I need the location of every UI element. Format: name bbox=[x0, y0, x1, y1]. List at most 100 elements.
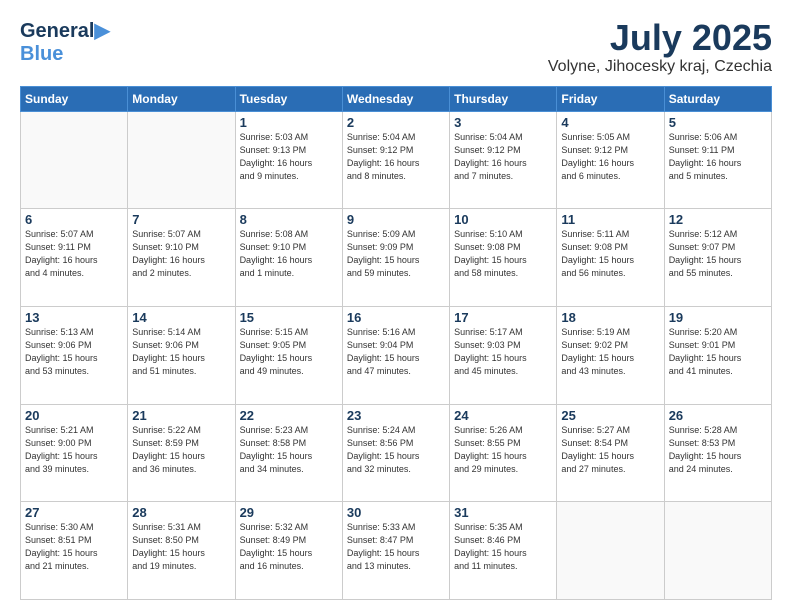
day-info: Sunrise: 5:04 AM Sunset: 9:12 PM Dayligh… bbox=[347, 131, 445, 183]
day-number: 24 bbox=[454, 408, 552, 423]
weekday-header-tuesday: Tuesday bbox=[235, 86, 342, 111]
week-row-1: 1Sunrise: 5:03 AM Sunset: 9:13 PM Daylig… bbox=[21, 111, 772, 209]
day-info: Sunrise: 5:19 AM Sunset: 9:02 PM Dayligh… bbox=[561, 326, 659, 378]
calendar-cell: 8Sunrise: 5:08 AM Sunset: 9:10 PM Daylig… bbox=[235, 209, 342, 307]
day-number: 14 bbox=[132, 310, 230, 325]
weekday-header-sunday: Sunday bbox=[21, 86, 128, 111]
calendar-cell: 22Sunrise: 5:23 AM Sunset: 8:58 PM Dayli… bbox=[235, 404, 342, 502]
day-number: 13 bbox=[25, 310, 123, 325]
calendar-table: SundayMondayTuesdayWednesdayThursdayFrid… bbox=[20, 86, 772, 600]
day-info: Sunrise: 5:17 AM Sunset: 9:03 PM Dayligh… bbox=[454, 326, 552, 378]
day-info: Sunrise: 5:23 AM Sunset: 8:58 PM Dayligh… bbox=[240, 424, 338, 476]
day-info: Sunrise: 5:05 AM Sunset: 9:12 PM Dayligh… bbox=[561, 131, 659, 183]
logo-blue: Blue bbox=[20, 43, 63, 65]
week-row-2: 6Sunrise: 5:07 AM Sunset: 9:11 PM Daylig… bbox=[21, 209, 772, 307]
day-info: Sunrise: 5:15 AM Sunset: 9:05 PM Dayligh… bbox=[240, 326, 338, 378]
calendar-cell: 7Sunrise: 5:07 AM Sunset: 9:10 PM Daylig… bbox=[128, 209, 235, 307]
day-info: Sunrise: 5:31 AM Sunset: 8:50 PM Dayligh… bbox=[132, 521, 230, 573]
day-info: Sunrise: 5:09 AM Sunset: 9:09 PM Dayligh… bbox=[347, 228, 445, 280]
day-info: Sunrise: 5:32 AM Sunset: 8:49 PM Dayligh… bbox=[240, 521, 338, 573]
day-info: Sunrise: 5:06 AM Sunset: 9:11 PM Dayligh… bbox=[669, 131, 767, 183]
weekday-header-monday: Monday bbox=[128, 86, 235, 111]
day-info: Sunrise: 5:30 AM Sunset: 8:51 PM Dayligh… bbox=[25, 521, 123, 573]
day-info: Sunrise: 5:03 AM Sunset: 9:13 PM Dayligh… bbox=[240, 131, 338, 183]
day-number: 20 bbox=[25, 408, 123, 423]
calendar-cell bbox=[21, 111, 128, 209]
day-number: 8 bbox=[240, 212, 338, 227]
calendar-cell: 31Sunrise: 5:35 AM Sunset: 8:46 PM Dayli… bbox=[450, 502, 557, 600]
day-number: 26 bbox=[669, 408, 767, 423]
calendar-cell: 25Sunrise: 5:27 AM Sunset: 8:54 PM Dayli… bbox=[557, 404, 664, 502]
calendar-cell: 9Sunrise: 5:09 AM Sunset: 9:09 PM Daylig… bbox=[342, 209, 449, 307]
page: General▶ Blue July 2025 Volyne, Jihocesk… bbox=[0, 0, 792, 612]
calendar-cell: 28Sunrise: 5:31 AM Sunset: 8:50 PM Dayli… bbox=[128, 502, 235, 600]
calendar-cell: 24Sunrise: 5:26 AM Sunset: 8:55 PM Dayli… bbox=[450, 404, 557, 502]
day-info: Sunrise: 5:27 AM Sunset: 8:54 PM Dayligh… bbox=[561, 424, 659, 476]
calendar-cell: 30Sunrise: 5:33 AM Sunset: 8:47 PM Dayli… bbox=[342, 502, 449, 600]
week-row-3: 13Sunrise: 5:13 AM Sunset: 9:06 PM Dayli… bbox=[21, 306, 772, 404]
weekday-header-row: SundayMondayTuesdayWednesdayThursdayFrid… bbox=[21, 86, 772, 111]
calendar-cell: 21Sunrise: 5:22 AM Sunset: 8:59 PM Dayli… bbox=[128, 404, 235, 502]
calendar-cell: 26Sunrise: 5:28 AM Sunset: 8:53 PM Dayli… bbox=[664, 404, 771, 502]
week-row-4: 20Sunrise: 5:21 AM Sunset: 9:00 PM Dayli… bbox=[21, 404, 772, 502]
day-number: 1 bbox=[240, 115, 338, 130]
day-number: 15 bbox=[240, 310, 338, 325]
day-number: 31 bbox=[454, 505, 552, 520]
day-info: Sunrise: 5:28 AM Sunset: 8:53 PM Dayligh… bbox=[669, 424, 767, 476]
day-info: Sunrise: 5:12 AM Sunset: 9:07 PM Dayligh… bbox=[669, 228, 767, 280]
day-number: 5 bbox=[669, 115, 767, 130]
day-number: 22 bbox=[240, 408, 338, 423]
day-info: Sunrise: 5:14 AM Sunset: 9:06 PM Dayligh… bbox=[132, 326, 230, 378]
calendar-cell: 4Sunrise: 5:05 AM Sunset: 9:12 PM Daylig… bbox=[557, 111, 664, 209]
day-info: Sunrise: 5:11 AM Sunset: 9:08 PM Dayligh… bbox=[561, 228, 659, 280]
day-info: Sunrise: 5:21 AM Sunset: 9:00 PM Dayligh… bbox=[25, 424, 123, 476]
calendar-cell: 1Sunrise: 5:03 AM Sunset: 9:13 PM Daylig… bbox=[235, 111, 342, 209]
calendar-cell: 29Sunrise: 5:32 AM Sunset: 8:49 PM Dayli… bbox=[235, 502, 342, 600]
day-number: 4 bbox=[561, 115, 659, 130]
calendar-cell: 27Sunrise: 5:30 AM Sunset: 8:51 PM Dayli… bbox=[21, 502, 128, 600]
day-info: Sunrise: 5:08 AM Sunset: 9:10 PM Dayligh… bbox=[240, 228, 338, 280]
day-info: Sunrise: 5:22 AM Sunset: 8:59 PM Dayligh… bbox=[132, 424, 230, 476]
day-number: 7 bbox=[132, 212, 230, 227]
day-info: Sunrise: 5:07 AM Sunset: 9:11 PM Dayligh… bbox=[25, 228, 123, 280]
day-number: 28 bbox=[132, 505, 230, 520]
day-info: Sunrise: 5:24 AM Sunset: 8:56 PM Dayligh… bbox=[347, 424, 445, 476]
day-number: 11 bbox=[561, 212, 659, 227]
calendar-cell bbox=[128, 111, 235, 209]
day-number: 10 bbox=[454, 212, 552, 227]
calendar-cell: 20Sunrise: 5:21 AM Sunset: 9:00 PM Dayli… bbox=[21, 404, 128, 502]
day-number: 17 bbox=[454, 310, 552, 325]
week-row-5: 27Sunrise: 5:30 AM Sunset: 8:51 PM Dayli… bbox=[21, 502, 772, 600]
calendar-cell: 2Sunrise: 5:04 AM Sunset: 9:12 PM Daylig… bbox=[342, 111, 449, 209]
day-number: 29 bbox=[240, 505, 338, 520]
calendar-cell: 6Sunrise: 5:07 AM Sunset: 9:11 PM Daylig… bbox=[21, 209, 128, 307]
day-number: 9 bbox=[347, 212, 445, 227]
logo-text: General▶ bbox=[20, 20, 110, 42]
day-info: Sunrise: 5:04 AM Sunset: 9:12 PM Dayligh… bbox=[454, 131, 552, 183]
weekday-header-saturday: Saturday bbox=[664, 86, 771, 111]
calendar-cell: 3Sunrise: 5:04 AM Sunset: 9:12 PM Daylig… bbox=[450, 111, 557, 209]
calendar-cell bbox=[557, 502, 664, 600]
logo: General▶ Blue bbox=[20, 18, 110, 66]
day-info: Sunrise: 5:10 AM Sunset: 9:08 PM Dayligh… bbox=[454, 228, 552, 280]
calendar-cell: 15Sunrise: 5:15 AM Sunset: 9:05 PM Dayli… bbox=[235, 306, 342, 404]
day-number: 3 bbox=[454, 115, 552, 130]
day-info: Sunrise: 5:13 AM Sunset: 9:06 PM Dayligh… bbox=[25, 326, 123, 378]
calendar-cell: 10Sunrise: 5:10 AM Sunset: 9:08 PM Dayli… bbox=[450, 209, 557, 307]
weekday-header-friday: Friday bbox=[557, 86, 664, 111]
day-number: 23 bbox=[347, 408, 445, 423]
calendar-title: July 2025 bbox=[548, 18, 772, 58]
calendar-cell: 13Sunrise: 5:13 AM Sunset: 9:06 PM Dayli… bbox=[21, 306, 128, 404]
header: General▶ Blue July 2025 Volyne, Jihocesk… bbox=[20, 18, 772, 76]
title-block: July 2025 Volyne, Jihocesky kraj, Czechi… bbox=[548, 18, 772, 76]
day-number: 21 bbox=[132, 408, 230, 423]
day-number: 6 bbox=[25, 212, 123, 227]
day-number: 25 bbox=[561, 408, 659, 423]
day-number: 18 bbox=[561, 310, 659, 325]
day-info: Sunrise: 5:07 AM Sunset: 9:10 PM Dayligh… bbox=[132, 228, 230, 280]
calendar-cell: 11Sunrise: 5:11 AM Sunset: 9:08 PM Dayli… bbox=[557, 209, 664, 307]
calendar-cell: 5Sunrise: 5:06 AM Sunset: 9:11 PM Daylig… bbox=[664, 111, 771, 209]
day-number: 19 bbox=[669, 310, 767, 325]
day-info: Sunrise: 5:33 AM Sunset: 8:47 PM Dayligh… bbox=[347, 521, 445, 573]
calendar-cell bbox=[664, 502, 771, 600]
